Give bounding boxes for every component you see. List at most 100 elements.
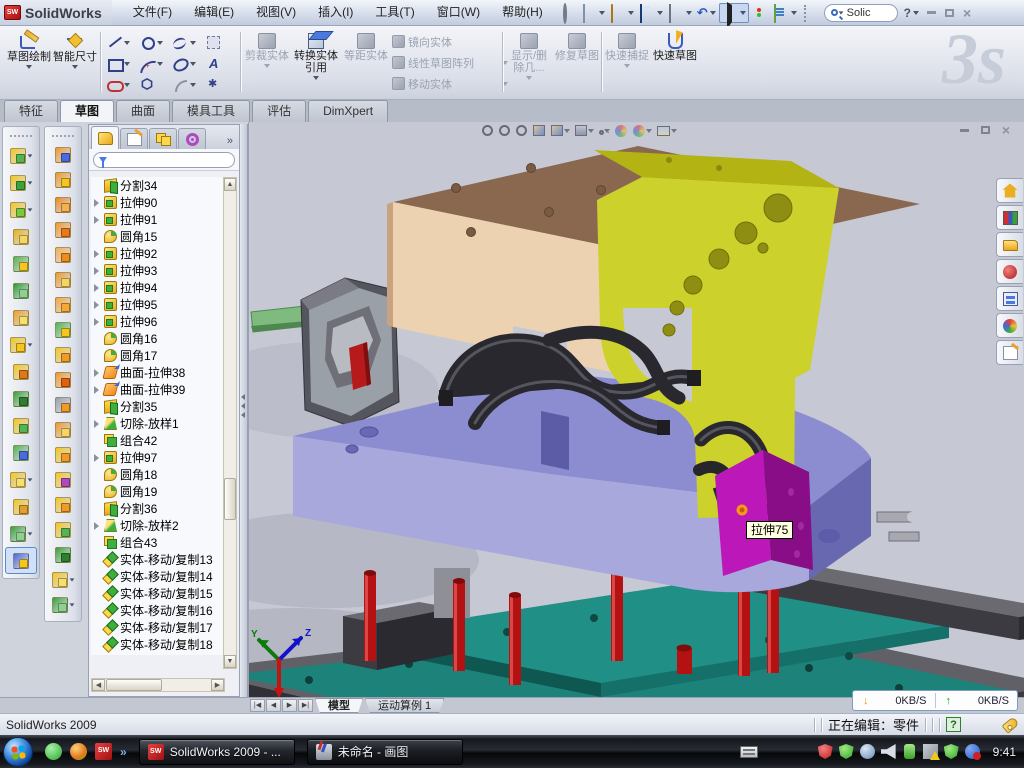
- open-button[interactable]: [608, 3, 636, 23]
- tree-item[interactable]: 实体-移动/复制16: [91, 602, 225, 619]
- tree-item[interactable]: 切除-放样1: [91, 415, 225, 432]
- volume-icon[interactable]: [881, 744, 896, 759]
- view-settings-button[interactable]: [656, 124, 677, 138]
- sheet-nav-◀[interactable]: ◀: [266, 699, 281, 712]
- toolbox-tab[interactable]: [996, 259, 1023, 284]
- dropdown-arrow[interactable]: [190, 83, 196, 87]
- defender-icon[interactable]: [944, 744, 959, 759]
- extruded-surface-button[interactable]: [45, 142, 81, 167]
- device-icon[interactable]: [904, 744, 915, 759]
- expander-icon[interactable]: [93, 420, 101, 428]
- expander-icon[interactable]: [93, 318, 101, 326]
- dropdown-arrow[interactable]: [710, 11, 716, 15]
- expander-icon[interactable]: [93, 522, 101, 530]
- expander-icon[interactable]: [93, 216, 101, 224]
- tab-评估[interactable]: 评估: [252, 100, 306, 122]
- tree-item[interactable]: 组合43: [91, 534, 225, 551]
- undo-button[interactable]: ↶: [695, 3, 718, 23]
- dropdown-arrow[interactable]: [27, 154, 32, 157]
- display-style-button[interactable]: [574, 123, 594, 138]
- tree-horizontal-scrollbar[interactable]: ◀ ▶: [91, 678, 225, 692]
- replace-face-button[interactable]: [45, 467, 81, 492]
- search-dropdown-arrow[interactable]: [838, 11, 843, 14]
- sync-icon[interactable]: [965, 744, 980, 759]
- tab-特征[interactable]: 特征: [4, 100, 58, 122]
- tree-item[interactable]: 切除-放样2: [91, 517, 225, 534]
- panel-tab-propertymanager[interactable]: [120, 128, 148, 149]
- tree-item[interactable]: 拉伸95: [91, 296, 225, 313]
- menu-插入(I)[interactable]: 插入(I): [307, 0, 364, 25]
- tree-item[interactable]: 拉伸93: [91, 262, 225, 279]
- expander-icon[interactable]: [93, 267, 101, 275]
- hole-wizard-button[interactable]: [3, 304, 39, 331]
- point-button[interactable]: [203, 74, 236, 95]
- media-icon[interactable]: [70, 743, 87, 760]
- quick-launch-chevron[interactable]: »: [120, 745, 127, 759]
- spline-button[interactable]: [170, 32, 203, 53]
- update-icon[interactable]: [860, 744, 875, 759]
- graphics-viewport[interactable]: ×: [248, 122, 1024, 715]
- solidworks-launcher-icon[interactable]: SW: [95, 743, 112, 760]
- menu-编辑(E)[interactable]: 编辑(E): [183, 0, 245, 25]
- tree-item[interactable]: 实体-移动/复制17: [91, 619, 225, 636]
- select-button[interactable]: [719, 3, 749, 23]
- tree-filter-input[interactable]: [93, 152, 235, 168]
- document-minimize-button[interactable]: [960, 129, 969, 132]
- tree-vertical-scrollbar[interactable]: ▲ ▼: [223, 177, 237, 669]
- move-copy-button[interactable]: [3, 439, 39, 466]
- tree-item[interactable]: 拉伸97: [91, 449, 225, 466]
- tree-item[interactable]: 组合42: [91, 432, 225, 449]
- tool-线性草图阵列[interactable]: 线性草图阵列: [392, 52, 500, 73]
- home-tab[interactable]: [996, 178, 1023, 203]
- untrim-surface-button[interactable]: [45, 392, 81, 417]
- scroll-down-arrow[interactable]: ▼: [224, 655, 236, 668]
- trim-surface-button[interactable]: [45, 367, 81, 392]
- taskbar-clock[interactable]: 9:41: [993, 745, 1016, 759]
- keyboard-icon[interactable]: [740, 746, 758, 758]
- polygon-button[interactable]: [137, 74, 170, 95]
- security-green-icon[interactable]: [839, 744, 854, 759]
- dropdown-arrow[interactable]: [69, 578, 74, 581]
- zoom-previous-button[interactable]: [515, 124, 528, 137]
- save-button[interactable]: [637, 3, 665, 23]
- part-leader-pins[interactable]: [877, 512, 919, 541]
- tree-item[interactable]: 曲面-拉伸38: [91, 364, 225, 381]
- part-stop-pin[interactable]: [677, 645, 693, 675]
- measure-button[interactable]: [5, 547, 37, 574]
- view-palette-tab[interactable]: [996, 286, 1023, 311]
- messenger-icon[interactable]: [45, 743, 62, 760]
- offset-surface-button[interactable]: [45, 267, 81, 292]
- task-button-未命名 - 画图[interactable]: 未命名 - 画图: [307, 739, 463, 765]
- tab-曲面[interactable]: 曲面: [116, 100, 170, 122]
- tree-item[interactable]: 拉伸91: [91, 211, 225, 228]
- fillet-surface-button[interactable]: [45, 517, 81, 542]
- ruled-surface-button[interactable]: [45, 442, 81, 467]
- sheet-nav-▶|[interactable]: ▶|: [298, 699, 313, 712]
- expander-icon[interactable]: [93, 386, 101, 394]
- dropdown-arrow[interactable]: [27, 478, 32, 481]
- document-close-button[interactable]: ×: [1002, 124, 1010, 136]
- swept-surface-button[interactable]: [45, 192, 81, 217]
- scroll-thumb[interactable]: [106, 679, 162, 691]
- toolbar-grip[interactable]: [52, 135, 74, 138]
- dropdown-arrow[interactable]: [26, 65, 32, 69]
- display-delete-relations-button[interactable]: 显示/删除几...: [506, 29, 552, 95]
- select-region-button[interactable]: [203, 32, 236, 53]
- scroll-left-arrow[interactable]: ◀: [92, 679, 105, 691]
- trim-entities-button[interactable]: 剪裁实体: [244, 29, 290, 95]
- scroll-thumb[interactable]: [224, 478, 236, 520]
- smart-dimension-button[interactable]: 智能尺寸: [52, 29, 98, 95]
- status-help-button[interactable]: ?: [946, 717, 961, 732]
- toolbar-grip[interactable]: [10, 135, 32, 138]
- tool-镜向实体[interactable]: 镜向实体: [392, 31, 500, 52]
- restore-button[interactable]: [945, 9, 954, 17]
- part-slide-clamp[interactable]: [301, 278, 399, 426]
- panel-tab-configurationmanager[interactable]: [149, 128, 177, 149]
- sheet-nav-|◀[interactable]: |◀: [250, 699, 265, 712]
- ellipse-button[interactable]: [170, 53, 203, 74]
- tree-item[interactable]: 圆角19: [91, 483, 225, 500]
- combine-button[interactable]: [3, 385, 39, 412]
- new-document-button[interactable]: [579, 3, 607, 23]
- zoom-fit-button[interactable]: [481, 124, 494, 137]
- expander-icon[interactable]: [93, 284, 101, 292]
